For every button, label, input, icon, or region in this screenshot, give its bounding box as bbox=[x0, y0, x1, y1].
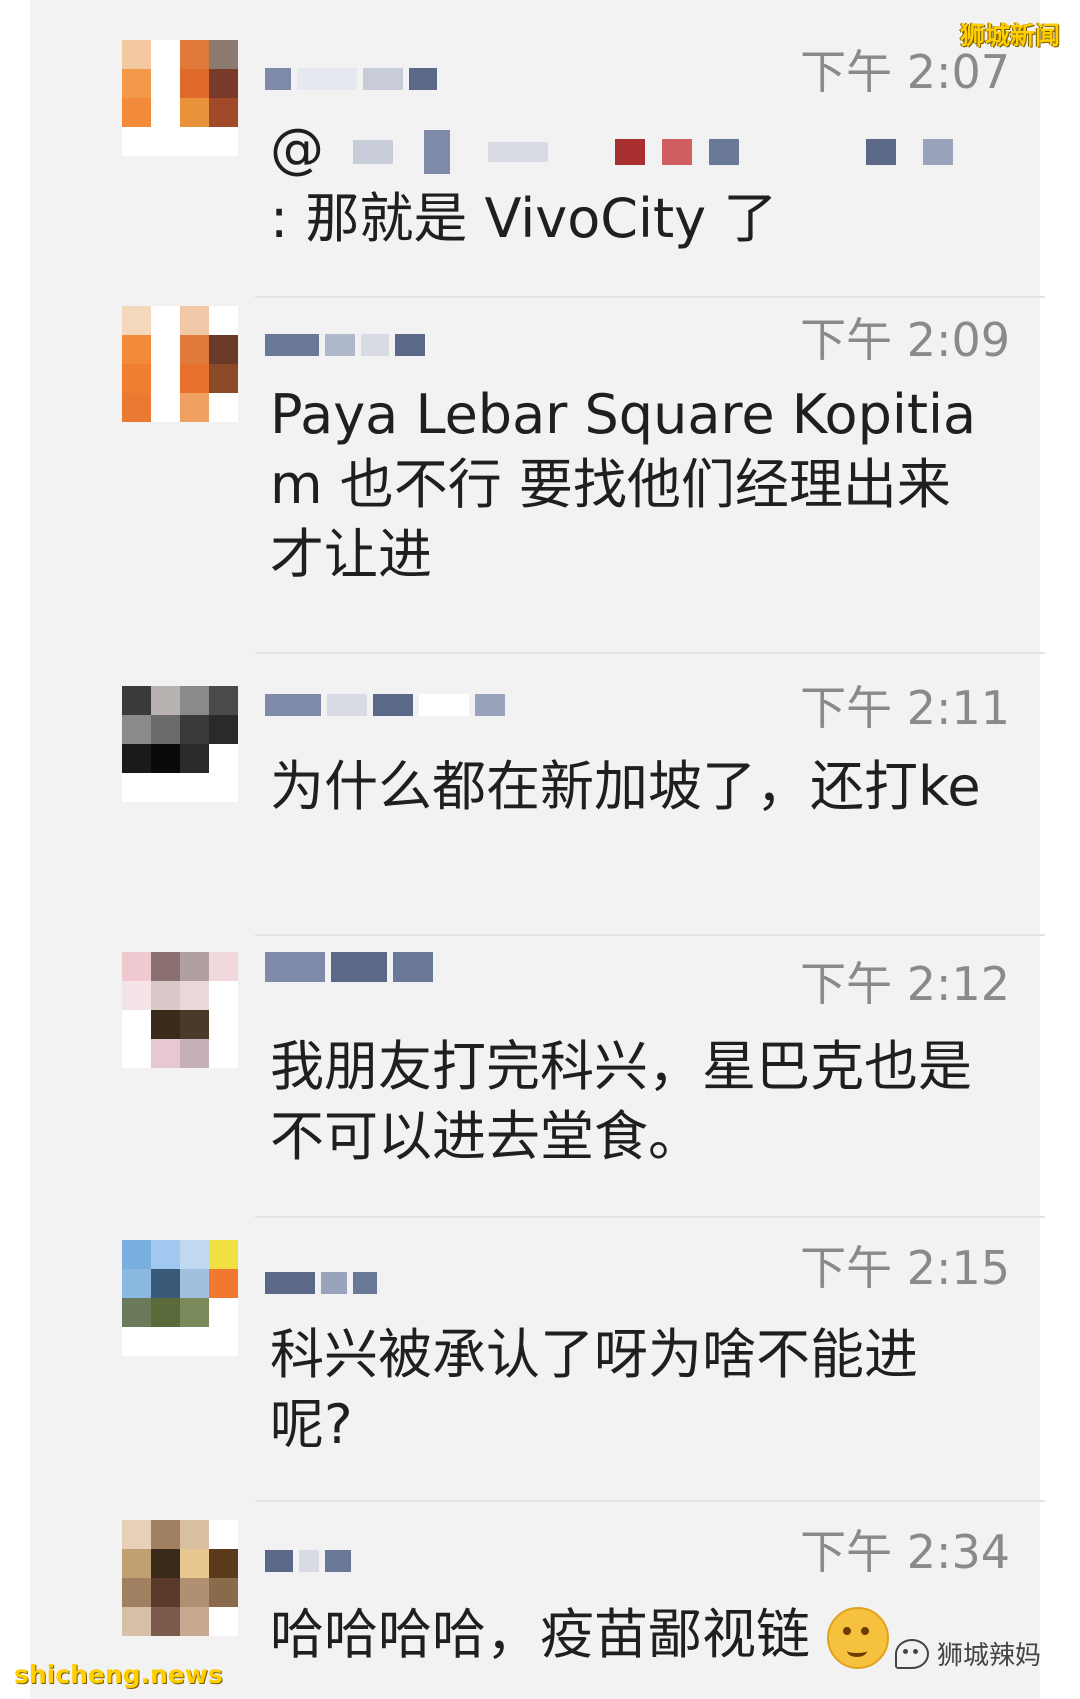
avatar[interactable] bbox=[122, 1520, 238, 1636]
watermark-top: 狮城新闻 bbox=[960, 21, 1061, 50]
sender-name bbox=[265, 694, 505, 724]
divider bbox=[255, 1216, 1045, 1218]
sender-name bbox=[265, 68, 437, 98]
avatar[interactable] bbox=[122, 686, 238, 802]
message-text: 为什么都在新加坡了，还打ke bbox=[270, 755, 981, 818]
message-time: 下午 2:34 bbox=[800, 1525, 1010, 1579]
avatar[interactable] bbox=[122, 40, 238, 156]
avatar[interactable] bbox=[122, 306, 238, 422]
brand-label: 狮城辣妈 bbox=[937, 1641, 1042, 1671]
chat-list: 下午 2:07 @ : 那就是 VivoCity 了 下午 2:09 Paya … bbox=[30, 0, 1045, 1699]
divider bbox=[255, 934, 1045, 936]
message-time: 下午 2:09 bbox=[800, 313, 1010, 367]
message-time: 下午 2:11 bbox=[800, 681, 1010, 735]
brand-watermark: 狮城辣妈 bbox=[895, 1635, 1041, 1672]
message-text: 我朋友打完科兴，星巴克也是不可以进去堂食。 bbox=[270, 1035, 972, 1168]
avatar[interactable] bbox=[122, 952, 238, 1068]
divider bbox=[255, 652, 1045, 654]
message-text: 科兴被承认了呀为啥不能进呢? bbox=[270, 1323, 918, 1456]
message-time: 下午 2:12 bbox=[800, 957, 1010, 1011]
avatar[interactable] bbox=[122, 1240, 238, 1356]
divider bbox=[255, 296, 1045, 298]
divider bbox=[255, 1500, 1045, 1502]
sender-name bbox=[265, 1550, 351, 1580]
sender-name bbox=[265, 1272, 377, 1302]
message-text: 哈哈哈哈，疫苗鄙视链 bbox=[270, 1600, 990, 1670]
wechat-icon bbox=[895, 1638, 929, 1669]
sender-name bbox=[265, 952, 433, 982]
message-time: 下午 2:15 bbox=[800, 1241, 1010, 1295]
thinking-emoji-icon bbox=[827, 1607, 890, 1670]
message-text: @ : 那就是 VivoCity 了 bbox=[270, 114, 990, 254]
message-text: Paya Lebar Square Kopitiam 也不行 要找他们经理出来才… bbox=[270, 383, 977, 586]
watermark-bottom: shicheng.news bbox=[14, 1660, 223, 1689]
sender-name bbox=[265, 334, 425, 364]
